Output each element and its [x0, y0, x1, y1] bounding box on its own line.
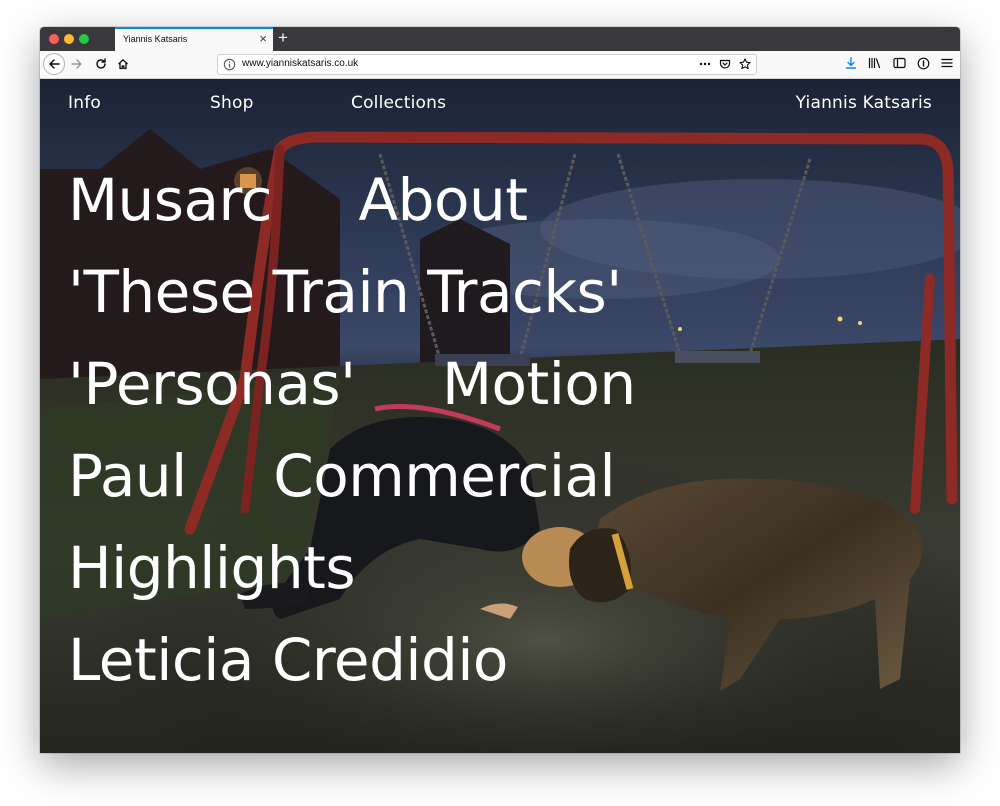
- library-icon[interactable]: [868, 56, 882, 70]
- tab-title: Yiannis Katsaris: [123, 34, 188, 44]
- reload-icon[interactable]: [92, 55, 110, 73]
- project-row: 'These Train Tracks': [68, 246, 948, 338]
- info-icon[interactable]: [223, 58, 236, 71]
- toolbar-right: [844, 56, 954, 70]
- back-arrow-icon[interactable]: [43, 53, 65, 75]
- nav-link-info[interactable]: Info: [68, 93, 101, 113]
- project-row: Leticia Credidio: [68, 614, 948, 706]
- new-tab-button[interactable]: +: [278, 28, 288, 48]
- site-nav: Info Shop Collections Yiannis Katsaris: [40, 79, 960, 129]
- url-bar[interactable]: www.yianniskatsaris.co.uk: [217, 54, 757, 75]
- browser-window: Yiannis Katsaris × + www.yianniskatsaris…: [40, 27, 960, 753]
- project-link-motion[interactable]: Motion: [442, 338, 636, 430]
- url-text[interactable]: www.yianniskatsaris.co.uk: [242, 58, 358, 69]
- project-row: 'Personas' Motion: [68, 338, 948, 430]
- project-row: Musarc About: [68, 154, 948, 246]
- download-icon[interactable]: [844, 56, 858, 70]
- site-brand[interactable]: Yiannis Katsaris: [796, 93, 932, 113]
- tab-close-icon[interactable]: ×: [259, 32, 267, 46]
- navigation-toolbar: www.yianniskatsaris.co.uk: [40, 51, 960, 79]
- nav-link-shop[interactable]: Shop: [210, 93, 254, 113]
- reader-icon[interactable]: [916, 56, 930, 70]
- project-link-paul[interactable]: Paul: [68, 430, 187, 522]
- project-link-these-train-tracks[interactable]: 'These Train Tracks': [68, 246, 622, 338]
- project-link-highlights[interactable]: Highlights: [68, 522, 356, 614]
- project-link-leticia-credidio[interactable]: Leticia Credidio: [68, 614, 508, 706]
- project-link-about[interactable]: About: [358, 154, 527, 246]
- tab-active[interactable]: Yiannis Katsaris ×: [115, 27, 273, 51]
- pocket-icon[interactable]: [718, 57, 732, 71]
- minimize-window-button[interactable]: [64, 34, 74, 44]
- zoom-window-button[interactable]: [79, 34, 89, 44]
- hamburger-menu-icon[interactable]: [940, 56, 954, 70]
- close-window-button[interactable]: [49, 34, 59, 44]
- project-row: Paul Commercial: [68, 430, 948, 522]
- star-icon[interactable]: [738, 57, 752, 71]
- forward-arrow-icon[interactable]: [68, 55, 86, 73]
- project-link-musarc[interactable]: Musarc: [68, 154, 273, 246]
- project-row: Highlights: [68, 522, 948, 614]
- page-content: Info Shop Collections Yiannis Katsaris M…: [40, 79, 960, 753]
- tab-bar: Yiannis Katsaris × +: [40, 27, 960, 51]
- nav-link-collections[interactable]: Collections: [351, 93, 446, 113]
- more-dots-icon[interactable]: [698, 57, 712, 71]
- project-list: Musarc About 'These Train Tracks' 'Perso…: [68, 154, 948, 706]
- sidebar-icon[interactable]: [892, 56, 906, 70]
- home-icon[interactable]: [114, 55, 132, 73]
- project-link-commercial[interactable]: Commercial: [273, 430, 615, 522]
- url-actions: [698, 57, 752, 71]
- project-link-personas[interactable]: 'Personas': [68, 338, 356, 430]
